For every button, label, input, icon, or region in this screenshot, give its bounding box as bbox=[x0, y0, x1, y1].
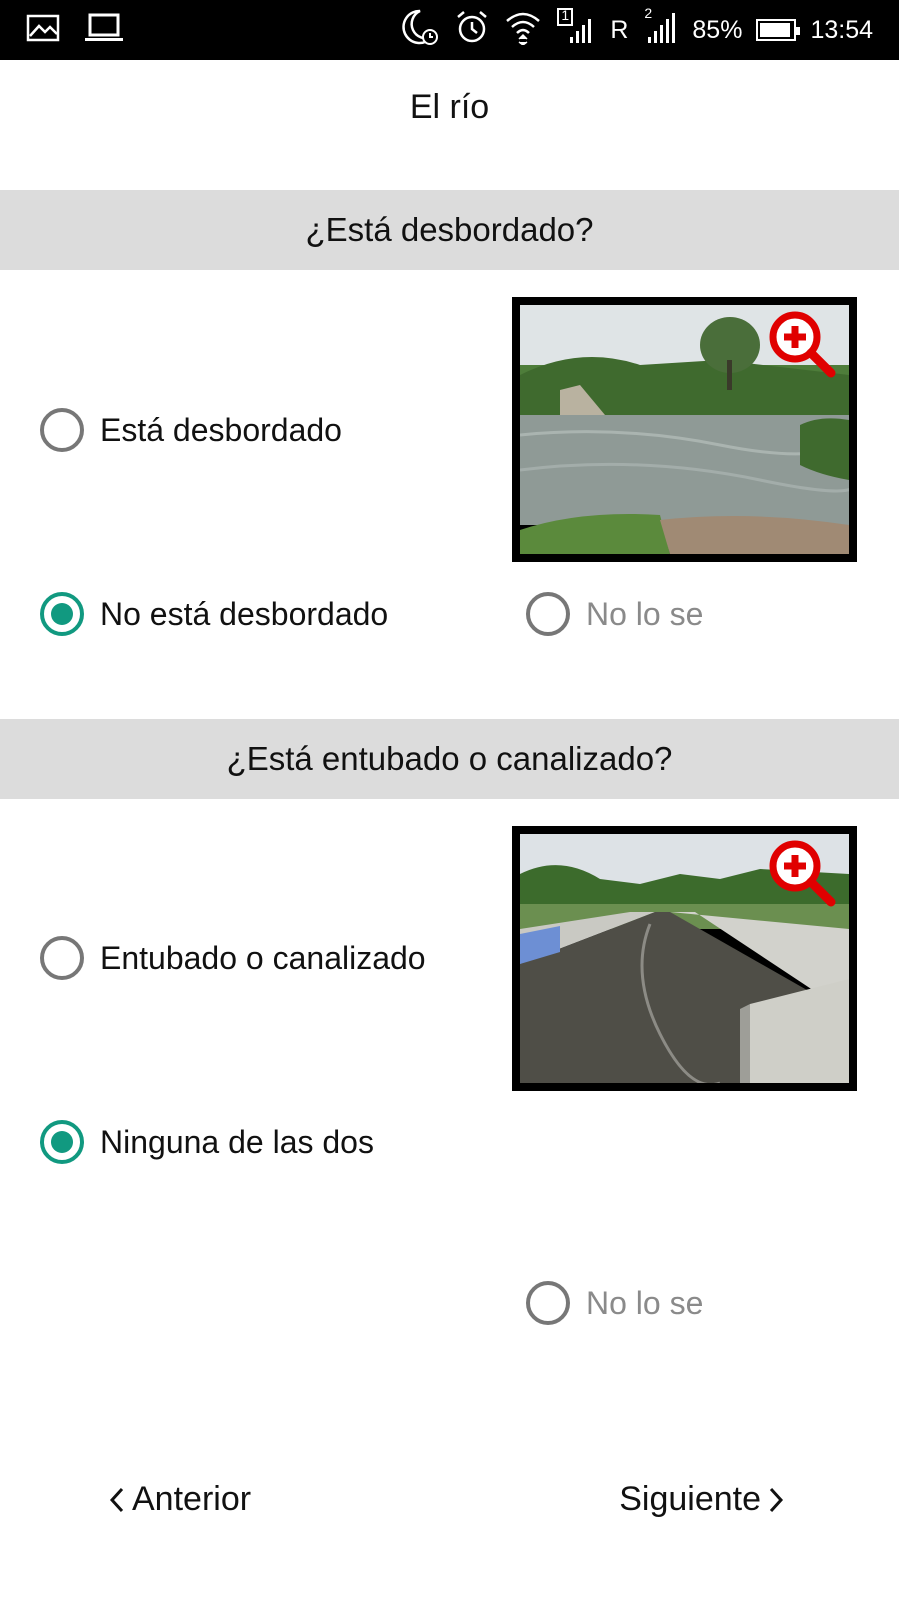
clock: 13:54 bbox=[810, 15, 873, 44]
radio-option-neither[interactable]: Ninguna de las dos bbox=[40, 1120, 374, 1164]
option-label: Está desbordado bbox=[100, 411, 342, 448]
status-right: 1 R 2 85% 13:54 bbox=[400, 5, 873, 53]
laptop-icon bbox=[84, 13, 124, 47]
option-label: No lo se bbox=[586, 595, 704, 632]
radio-button[interactable] bbox=[40, 408, 84, 452]
zoom-in-icon[interactable] bbox=[767, 838, 837, 908]
chevron-left-icon bbox=[109, 1487, 124, 1512]
wifi-icon bbox=[504, 9, 542, 51]
radio-button-selected[interactable] bbox=[40, 592, 84, 636]
radio-button-selected[interactable] bbox=[40, 1120, 84, 1164]
option-label: No está desbordado bbox=[100, 595, 389, 632]
flooded-river-photo[interactable] bbox=[512, 297, 857, 562]
radio-option-overflowed[interactable]: Está desbordado bbox=[40, 408, 342, 452]
radio-button[interactable] bbox=[526, 1281, 570, 1325]
question-text: ¿Está entubado o canalizado? bbox=[226, 740, 673, 777]
option-label: Entubado o canalizado bbox=[100, 939, 426, 976]
previous-label: Anterior bbox=[132, 1480, 252, 1518]
signal-sim2-icon: 2 bbox=[642, 5, 678, 53]
question-text: ¿Está desbordado? bbox=[305, 211, 594, 248]
channelized-river-photo[interactable] bbox=[512, 826, 857, 1091]
chevron-right-icon bbox=[769, 1487, 784, 1512]
question-header-overflow: ¿Está desbordado? bbox=[0, 190, 899, 270]
radio-option-dont-know[interactable]: No lo se bbox=[526, 592, 703, 636]
page-title: El río bbox=[409, 88, 490, 126]
radio-option-not-overflowed[interactable]: No está desbordado bbox=[40, 592, 388, 636]
option-label: Ninguna de las dos bbox=[100, 1123, 374, 1160]
status-left bbox=[26, 12, 124, 48]
gallery-icon bbox=[26, 14, 60, 46]
signal-sim1-icon: 1 bbox=[556, 7, 596, 53]
radio-button[interactable] bbox=[526, 592, 570, 636]
question-header-channelized: ¿Está entubado o canalizado? bbox=[0, 719, 899, 799]
radio-option-dont-know[interactable]: No lo se bbox=[526, 1281, 703, 1325]
alarm-icon bbox=[454, 9, 490, 51]
status-bar: 1 R 2 85% 13:54 bbox=[0, 0, 899, 60]
next-button[interactable]: Siguiente bbox=[619, 1480, 785, 1519]
next-label: Siguiente bbox=[619, 1480, 761, 1518]
do-not-disturb-moon-icon bbox=[400, 7, 440, 53]
sim2-label: 2 bbox=[644, 5, 653, 21]
roaming-indicator: R bbox=[610, 15, 629, 44]
zoom-in-icon[interactable] bbox=[767, 309, 837, 379]
option-label: No lo se bbox=[586, 1284, 704, 1321]
battery-percent: 85% bbox=[692, 15, 743, 44]
sim1-label: 1 bbox=[561, 7, 570, 23]
radio-option-channelized[interactable]: Entubado o canalizado bbox=[40, 936, 426, 980]
battery-icon bbox=[756, 19, 801, 41]
previous-button[interactable]: Anterior bbox=[108, 1480, 251, 1519]
radio-button[interactable] bbox=[40, 936, 84, 980]
